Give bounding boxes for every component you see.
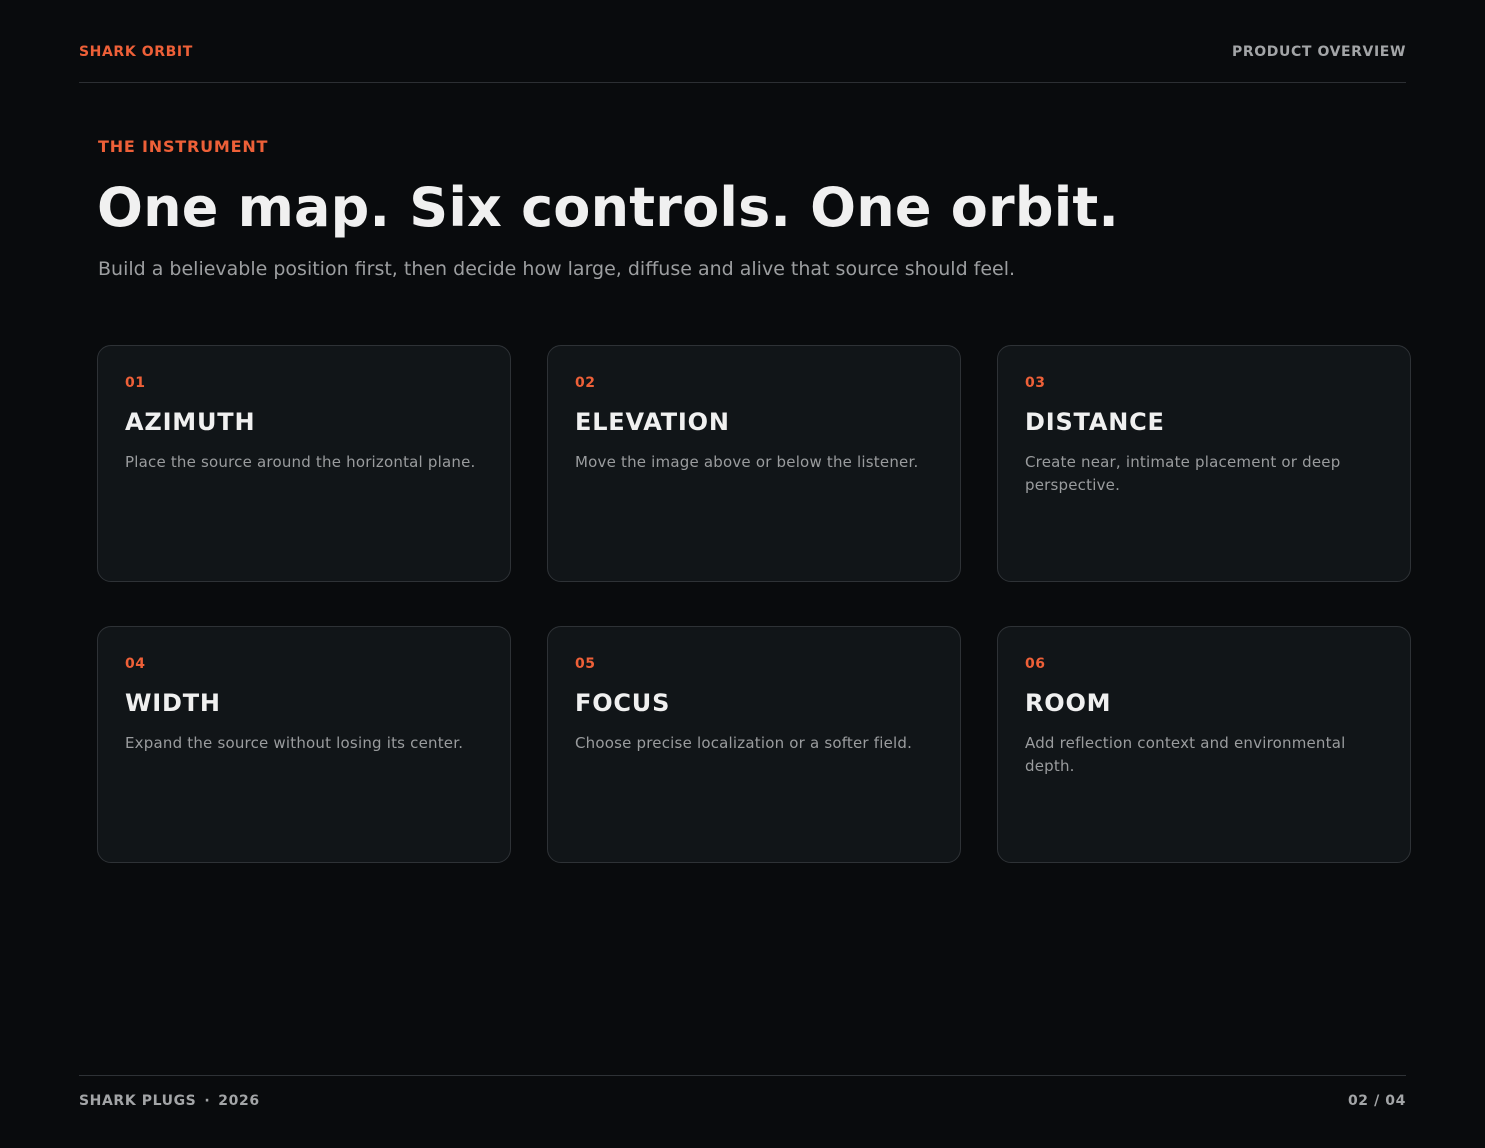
card-number: 04 bbox=[125, 656, 146, 672]
card-number: 01 bbox=[125, 375, 146, 391]
card-number: 06 bbox=[1025, 656, 1046, 672]
card-number: 05 bbox=[575, 656, 596, 672]
footer-credit: SHARK PLUGS · 2026 bbox=[79, 1093, 260, 1109]
page-title: One map. Six controls. One orbit. bbox=[97, 176, 1120, 239]
eyebrow: THE INSTRUMENT bbox=[98, 137, 269, 156]
card-number: 03 bbox=[1025, 375, 1046, 391]
slide: SHARK ORBIT PRODUCT OVERVIEW THE INSTRUM… bbox=[0, 0, 1485, 1148]
year: 2026 bbox=[218, 1093, 260, 1109]
control-card-distance: 03 DISTANCE Create near, intimate placem… bbox=[997, 345, 1411, 582]
card-title: ELEVATION bbox=[575, 408, 730, 436]
card-title: FOCUS bbox=[575, 689, 671, 717]
control-card-width: 04 WIDTH Expand the source without losin… bbox=[97, 626, 511, 863]
subtitle: Build a believable position first, then … bbox=[98, 258, 1016, 280]
control-card-room: 06 ROOM Add reflection context and envir… bbox=[997, 626, 1411, 863]
card-description: Create near, intimate placement or deep … bbox=[1025, 453, 1341, 494]
card-description: Place the source around the horizontal p… bbox=[125, 453, 476, 471]
page-number: 02 / 04 bbox=[1347, 1093, 1406, 1109]
card-description: Add reflection context and environmental… bbox=[1025, 734, 1346, 775]
brand-label: SHARK ORBIT bbox=[79, 44, 193, 60]
header: SHARK ORBIT PRODUCT OVERVIEW bbox=[79, 0, 1406, 83]
control-card-elevation: 02 ELEVATION Move the image above or bel… bbox=[547, 345, 961, 582]
card-description: Expand the source without losing its cen… bbox=[125, 734, 464, 752]
card-title: AZIMUTH bbox=[125, 408, 256, 436]
control-card-azimuth: 01 AZIMUTH Place the source around the h… bbox=[97, 345, 511, 582]
card-number: 02 bbox=[575, 375, 596, 391]
section-label: PRODUCT OVERVIEW bbox=[1232, 44, 1406, 60]
company-name: SHARK PLUGS bbox=[79, 1093, 197, 1109]
control-card-focus: 05 FOCUS Choose precise localization or … bbox=[547, 626, 961, 863]
footer: SHARK PLUGS · 2026 02 / 04 bbox=[79, 1075, 1406, 1148]
card-title: WIDTH bbox=[125, 689, 221, 717]
separator-dot: · bbox=[204, 1093, 211, 1109]
card-description: Move the image above or below the listen… bbox=[575, 453, 919, 471]
card-title: DISTANCE bbox=[1025, 408, 1165, 436]
card-description: Choose precise localization or a softer … bbox=[575, 734, 913, 752]
card-title: ROOM bbox=[1025, 689, 1112, 717]
